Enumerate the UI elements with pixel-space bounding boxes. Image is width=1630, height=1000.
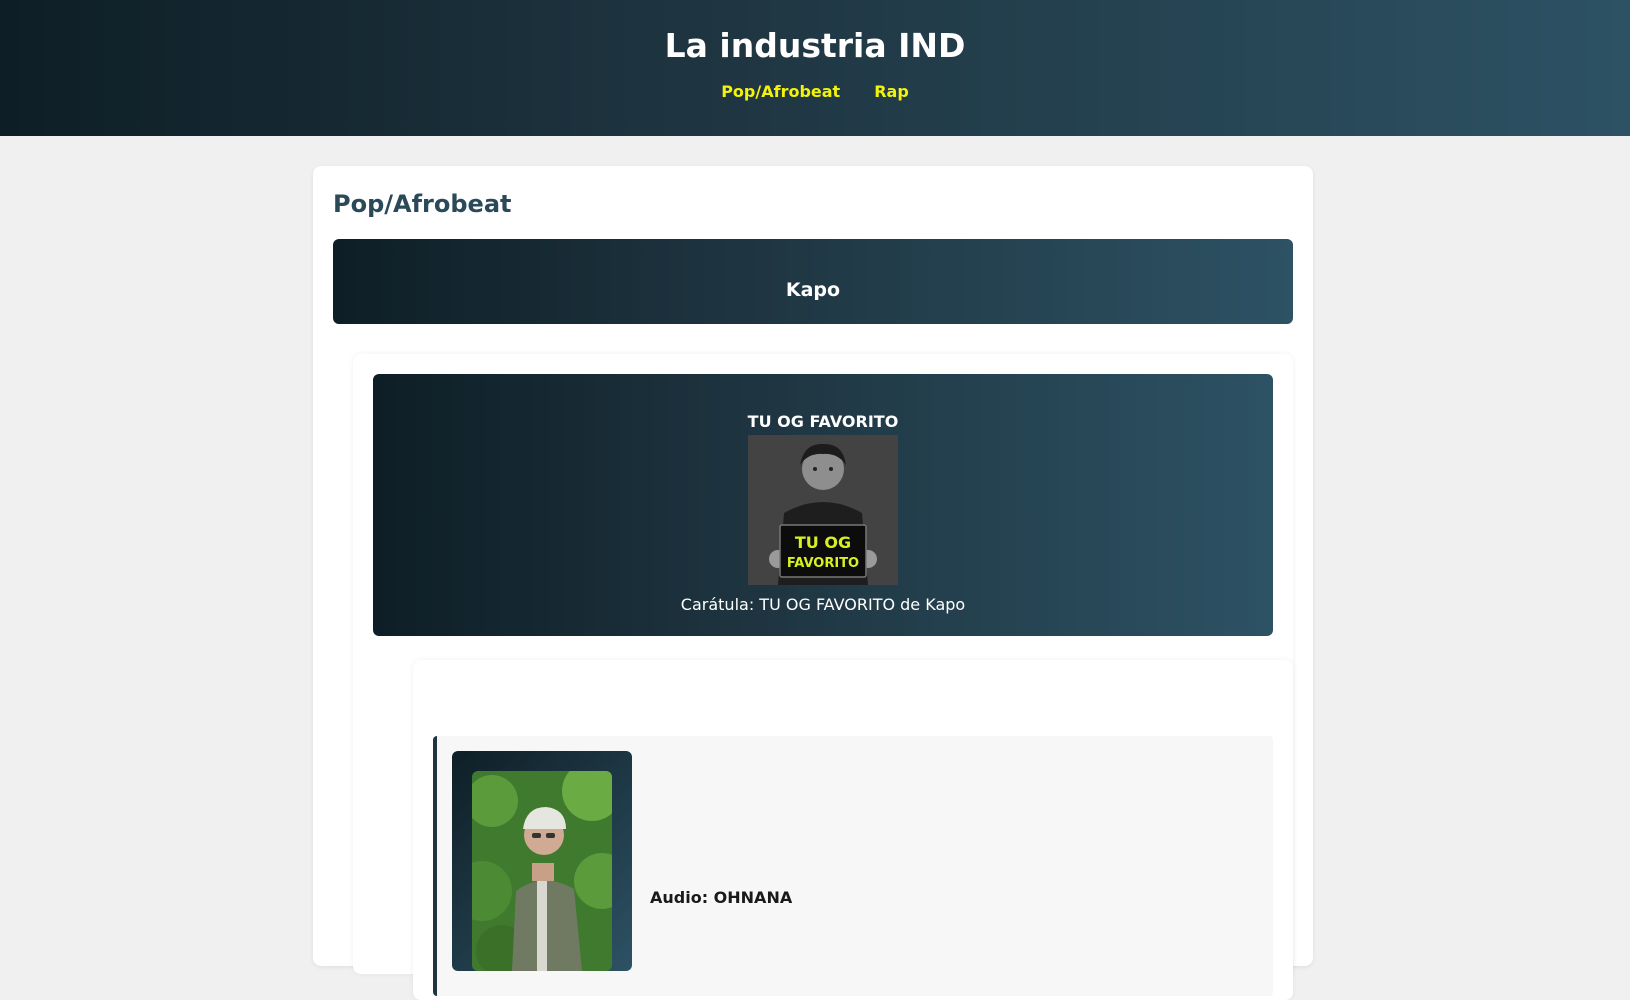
main-nav: Pop/Afrobeat Rap — [0, 82, 1630, 101]
svg-text:FAVORITO: FAVORITO — [787, 556, 859, 571]
album-caption: Carátula: TU OG FAVORITO de Kapo — [680, 595, 966, 614]
artist-name: Kapo — [785, 278, 841, 301]
track-item: Audio: OHNANA — [433, 736, 1273, 996]
main-content-card: Pop/Afrobeat Kapo TU OG FAVORITO TU OG F… — [313, 166, 1313, 1000]
nav-link-pop-afrobeat[interactable]: Pop/Afrobeat — [721, 82, 840, 101]
artist-content-card: TU OG FAVORITO TU OG FAVORITO Carátula: … — [353, 354, 1293, 1000]
track-card: Audio: OHNANA — [413, 660, 1293, 1000]
section-heading: Pop/Afrobeat — [333, 190, 512, 218]
artist-photo-frame — [452, 751, 632, 971]
album-cover-image: TU OG FAVORITO — [748, 435, 898, 585]
audio-label: Audio: OHNANA — [650, 888, 793, 907]
artist-banner: Kapo — [333, 239, 1293, 324]
site-title: La industria IND — [664, 26, 966, 65]
artist-photo — [472, 771, 612, 971]
nav-link-rap[interactable]: Rap — [874, 82, 909, 101]
album-title: TU OG FAVORITO — [747, 412, 899, 431]
album-panel: TU OG FAVORITO TU OG FAVORITO Carátula: … — [373, 374, 1273, 636]
site-header: La industria IND Pop/Afrobeat Rap — [0, 0, 1630, 136]
svg-text:TU OG: TU OG — [795, 533, 851, 552]
